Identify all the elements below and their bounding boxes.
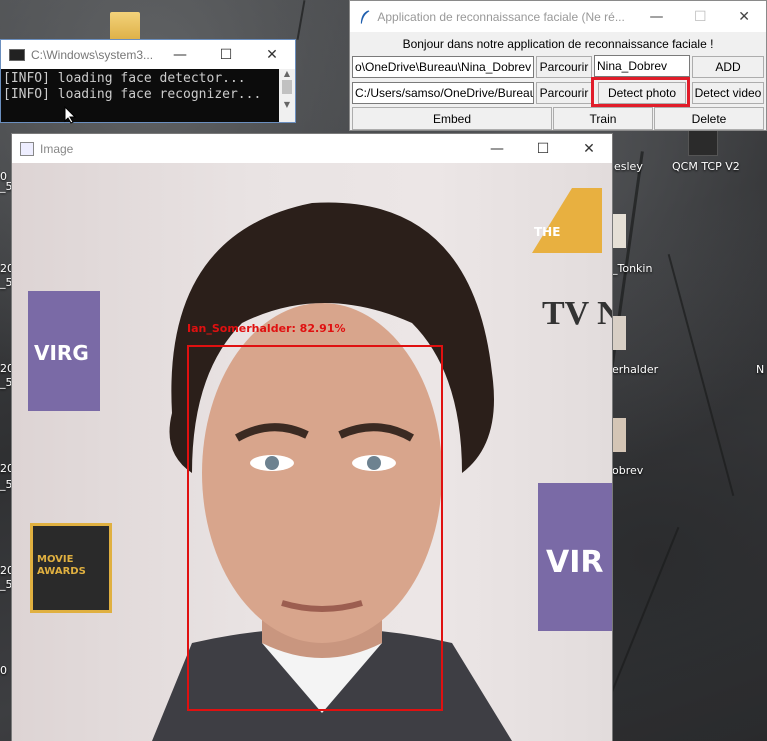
minimize-icon[interactable]: — [474, 134, 520, 163]
detected-photo: THE TV NO VIRG VIR MOVIE AWARDS [12, 163, 612, 741]
desktop-edge-label: 0 [0, 664, 7, 677]
folder-path-input[interactable]: o\OneDrive\Bureau\Nina_Dobrev [352, 56, 534, 78]
image-titlebar[interactable]: Image — ☐ ✕ [12, 134, 612, 163]
add-button[interactable]: ADD [692, 56, 764, 78]
detect-photo-highlight [591, 77, 690, 107]
backdrop-text: VIR [546, 545, 604, 580]
minimize-icon[interactable]: — [635, 2, 679, 31]
console-line: [INFO] loading face recognizer... [3, 87, 262, 102]
close-icon[interactable]: ✕ [249, 40, 295, 69]
desktop-label: QCM TCP V2 [672, 160, 740, 173]
browse-file-button[interactable]: Parcourir [536, 82, 592, 104]
console-title: C:\Windows\system3... [31, 47, 154, 62]
backdrop-movie-awards-logo: MOVIE AWARDS [30, 523, 112, 613]
console-app-icon [9, 48, 25, 61]
console-output: [INFO] loading face detector... [INFO] lo… [1, 69, 279, 122]
desktop-label: _Tonkin [612, 262, 653, 275]
close-icon[interactable]: ✕ [722, 2, 766, 31]
embed-button[interactable]: Embed [352, 107, 552, 130]
maximize-icon[interactable]: ☐ [520, 134, 566, 163]
detection-label: Ian_Somerhalder: 82.91% [187, 322, 346, 335]
console-scrollbar[interactable]: ▲ ▼ [279, 69, 295, 122]
image-window-title: Image [40, 141, 74, 156]
backdrop-text: MOVIE AWARDS [37, 554, 86, 577]
app-titlebar[interactable]: Application de reconnaissance faciale (N… [350, 1, 766, 32]
backdrop-text: TV NO [542, 295, 612, 332]
desktop-label: erhalder [612, 363, 659, 376]
backdrop-text: THE [534, 225, 561, 239]
browse-folder-button[interactable]: Parcourir [536, 56, 592, 78]
face-bounding-box [187, 345, 443, 711]
person-name-input[interactable]: Nina_Dobrev [594, 55, 690, 77]
mouse-cursor-icon [64, 106, 76, 124]
file-path-input[interactable]: C:/Users/samso/OneDrive/Bureau/ [352, 82, 534, 104]
maximize-icon[interactable]: ☐ [203, 40, 249, 69]
scroll-down-icon[interactable]: ▼ [279, 100, 295, 109]
minimize-icon[interactable]: — [157, 40, 203, 69]
desktop-label: obrev [612, 464, 644, 477]
console-window[interactable]: C:\Windows\system3... — ☐ ✕ [INFO] loadi… [0, 39, 296, 123]
desktop-file-icon[interactable] [612, 316, 626, 350]
maximize-icon[interactable]: ☐ [678, 2, 722, 31]
image-window[interactable]: Image — ☐ ✕ THE TV NO VIRG VIR MOVIE AWA… [11, 133, 613, 741]
desktop-file-icon[interactable] [612, 418, 626, 452]
backdrop-virgin-logo: VIRG [28, 291, 100, 411]
detect-video-button[interactable]: Detect video [692, 82, 764, 104]
backdrop-text: VIRG [34, 341, 89, 365]
app-title: Application de reconnaissance faciale (N… [377, 9, 625, 24]
feather-icon [360, 9, 370, 24]
backdrop-virgin-logo: VIR [538, 483, 612, 631]
delete-button[interactable]: Delete [654, 107, 764, 130]
scroll-thumb[interactable] [282, 80, 292, 94]
face-recognition-app-window[interactable]: Application de reconnaissance faciale (N… [349, 0, 767, 131]
train-button[interactable]: Train [553, 107, 653, 130]
desktop-file-icon[interactable] [612, 214, 626, 248]
scroll-up-icon[interactable]: ▲ [279, 69, 295, 78]
image-window-icon [20, 141, 34, 156]
desktop-label: N [756, 363, 765, 376]
close-icon[interactable]: ✕ [566, 134, 612, 163]
console-titlebar[interactable]: C:\Windows\system3... — ☐ ✕ [1, 40, 295, 69]
desktop-label: esley [614, 160, 643, 173]
console-line: [INFO] loading face detector... [3, 71, 246, 86]
welcome-label: Bonjour dans notre application de reconn… [402, 37, 714, 51]
